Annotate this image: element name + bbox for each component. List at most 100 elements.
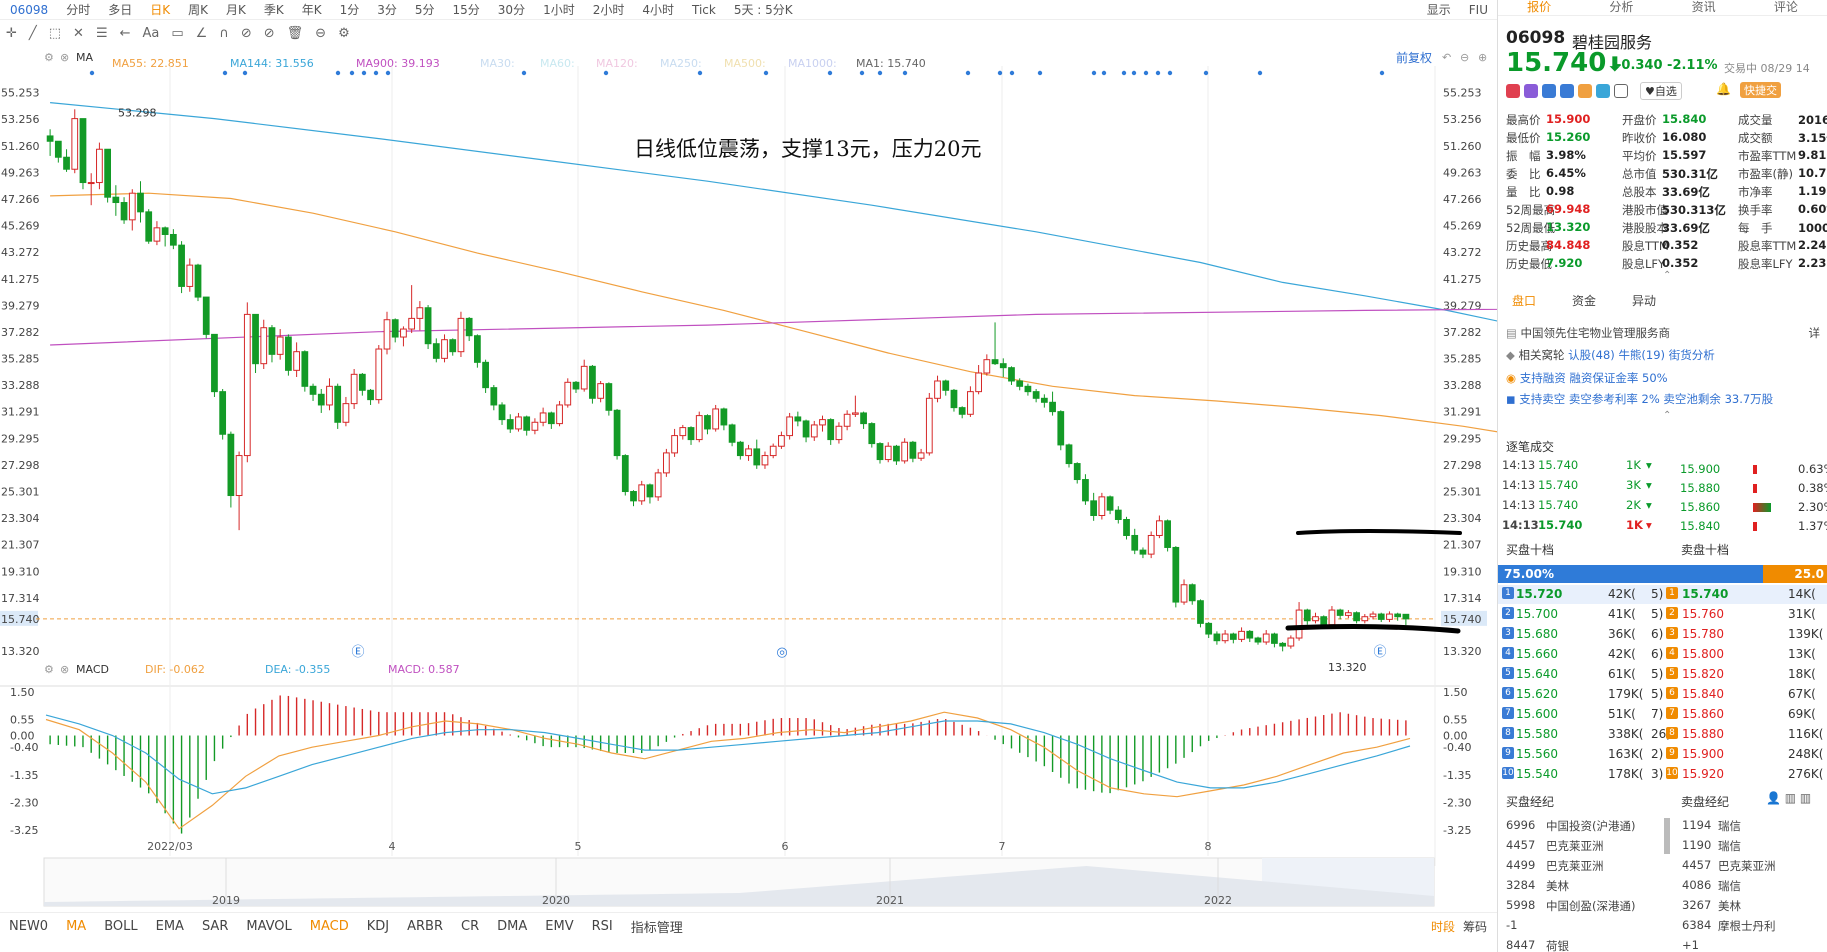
topbar-right-item[interactable]: 显示 [1418, 1, 1460, 18]
candle-body[interactable] [1287, 637, 1295, 647]
indicator-tab[interactable]: CR [452, 919, 488, 934]
macd-label[interactable]: MACD [76, 663, 109, 676]
candle-body[interactable] [1344, 612, 1352, 616]
macd-settings-icon[interactable]: ⚙ [44, 663, 54, 676]
candle-body[interactable] [745, 448, 752, 457]
candle-body[interactable] [1164, 520, 1171, 548]
candle-body[interactable] [243, 313, 251, 457]
candle-body[interactable] [778, 435, 785, 447]
quote-tab[interactable]: 资讯 [1663, 0, 1745, 15]
candle-body[interactable] [687, 427, 695, 441]
timeframe-tab[interactable]: 1分 [331, 1, 369, 18]
candle-body[interactable] [1262, 633, 1270, 643]
timeframe-tab[interactable]: Tick [683, 3, 725, 17]
broker-sell-name[interactable]: 美林 [1718, 898, 1741, 914]
candle-body[interactable] [712, 408, 720, 430]
candle-body[interactable] [490, 387, 498, 406]
candle-body[interactable] [893, 445, 900, 462]
trade-icon[interactable] [1560, 83, 1574, 98]
compare-icon[interactable] [1542, 83, 1556, 98]
broker-sell-name[interactable]: 摩根士丹利 [1718, 918, 1776, 934]
event-marker[interactable] [1037, 70, 1043, 76]
quote-tab[interactable]: 分析 [1580, 0, 1662, 15]
event-marker[interactable] [349, 70, 355, 76]
candle-body[interactable] [1279, 642, 1287, 647]
draw-tool-icon[interactable]: ⬚ [49, 26, 61, 41]
event-marker[interactable] [603, 70, 609, 76]
candle-body[interactable] [589, 365, 596, 399]
quick-trade-button[interactable]: 快捷交 [1740, 82, 1781, 98]
candle-body[interactable] [474, 335, 481, 363]
draw-tool-icon[interactable]: ✕ [73, 26, 84, 41]
broker-sell-name[interactable]: 瑞信 [1718, 838, 1741, 854]
candle-body[interactable] [482, 361, 489, 389]
annotation-text[interactable]: 日线低位震荡，支撑13元，压力20元 [634, 137, 981, 161]
candle-body[interactable] [1008, 367, 1015, 382]
order-book-row[interactable]: 9 15.560 163K(2) 9 15.900 248K( [1498, 745, 1827, 764]
candle-body[interactable] [728, 424, 736, 443]
candle-body[interactable] [621, 455, 629, 493]
candle-body[interactable] [819, 419, 826, 426]
candle-body[interactable] [104, 148, 112, 198]
candle-body[interactable] [1180, 584, 1188, 603]
candle-body[interactable] [400, 328, 407, 338]
candle-body[interactable] [580, 365, 588, 390]
candle-body[interactable] [662, 452, 670, 474]
candle-body[interactable] [1377, 613, 1385, 620]
candle-body[interactable] [769, 445, 777, 457]
indicator-tab[interactable]: MAVOL [237, 919, 300, 934]
candle-body[interactable] [843, 413, 851, 427]
candle-body[interactable] [613, 409, 621, 457]
candle-body[interactable] [457, 317, 465, 353]
doc-icon[interactable] [1614, 83, 1628, 98]
order-book-row[interactable]: 10 15.540 178K(3) 10 15.920 276K( [1498, 765, 1827, 784]
timeframe-tab[interactable]: 4小时 [633, 1, 683, 18]
candle-body[interactable] [235, 455, 243, 497]
watchlist-button[interactable]: ♥自选 [1640, 82, 1682, 100]
indicator-tab[interactable]: NEW0 [0, 919, 57, 934]
candle-body[interactable] [876, 443, 884, 461]
candle-body[interactable] [219, 391, 227, 435]
broker-sell-name[interactable]: 瑞信 [1718, 818, 1741, 834]
candle-body[interactable] [1295, 609, 1303, 639]
order-book-row[interactable]: 8 15.580 338K(26) 8 15.880 116K( [1498, 725, 1827, 744]
candle-body[interactable] [1328, 609, 1336, 626]
draw-tool-icon[interactable]: ▭ [171, 26, 183, 41]
candle-body[interactable] [71, 118, 79, 170]
candle-body[interactable] [1147, 534, 1155, 555]
event-marker[interactable] [1009, 70, 1015, 76]
candle-body[interactable] [1131, 534, 1139, 551]
candle-body[interactable] [1032, 391, 1040, 399]
candle-body[interactable] [408, 317, 416, 330]
event-marker[interactable] [373, 70, 379, 76]
candle-body[interactable] [515, 416, 522, 430]
candle-body[interactable] [679, 427, 687, 437]
order-book-row[interactable]: 4 15.660 42K(6) 4 15.800 13K( [1498, 645, 1827, 664]
timeframe-tab[interactable]: 年K [293, 1, 331, 18]
event-marker[interactable] [335, 70, 341, 76]
candle-body[interactable] [884, 445, 892, 461]
candle-body[interactable] [1213, 633, 1221, 642]
draw-tool-icon[interactable]: ⊘ [241, 26, 252, 41]
zoom-in-icon[interactable]: ⊕ [1478, 51, 1487, 64]
timeframe-tab[interactable]: 周K [179, 1, 217, 18]
share-icon[interactable] [1524, 83, 1538, 98]
resistance-stroke[interactable] [1296, 529, 1462, 535]
broker-buy-name[interactable]: 中国创盈(深港通) [1546, 898, 1635, 914]
kline-chart[interactable]: 2022/03 4 5 6 7 8 55.253 55.253 53.256 53.256 51.2… [0, 66, 1497, 912]
candle-body[interactable] [252, 313, 259, 365]
candle-body[interactable] [309, 385, 317, 395]
candle-body[interactable] [1123, 518, 1130, 536]
timeframe-tab[interactable]: 5分 [406, 1, 444, 18]
candle-body[interactable] [761, 455, 769, 466]
candle-body[interactable] [54, 140, 62, 158]
candle-body[interactable] [432, 343, 440, 359]
topbar-right-item[interactable]: FIU [1460, 3, 1497, 17]
broker-buy-name[interactable]: 巴克莱亚洲 [1546, 838, 1604, 854]
candle-body[interactable] [301, 351, 309, 387]
candle-body[interactable] [1312, 616, 1319, 622]
event-marker[interactable] [1379, 70, 1385, 76]
candle-body[interactable] [704, 415, 711, 430]
candle-body[interactable] [983, 359, 991, 374]
candle-body[interactable] [186, 264, 194, 287]
